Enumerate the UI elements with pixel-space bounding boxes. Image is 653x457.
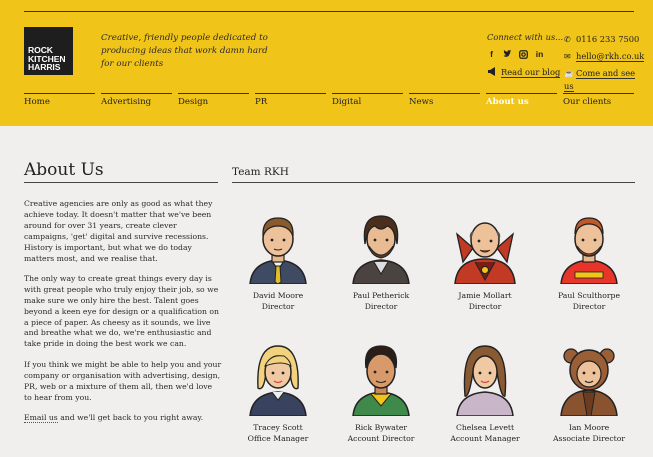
avatar-chelsea-levett	[456, 345, 514, 417]
social-links: f in	[487, 50, 544, 59]
member-name: Jamie Mollart	[458, 291, 512, 300]
linkedin-icon[interactable]: in	[535, 50, 544, 59]
site-header: ROCK KITCHEN HARRIS Creative, friendly p…	[0, 0, 653, 126]
nav-design[interactable]: Design	[178, 93, 249, 113]
read-blog-link[interactable]: Read our blog	[487, 67, 561, 78]
nav-about-us[interactable]: About us	[486, 93, 557, 113]
team-member-card[interactable]: Jamie Mollart Director	[433, 204, 537, 312]
member-name: Paul Petherick	[352, 291, 410, 300]
member-name: Ian Moore	[568, 423, 610, 432]
about-paragraph-3: If you think we might be able to help yo…	[24, 359, 222, 402]
come-label: Come and see us	[564, 68, 636, 92]
connect-label: Connect with us...	[487, 32, 564, 42]
member-name: Tracey Scott	[253, 423, 303, 432]
nav-our-clients[interactable]: Our clients	[563, 93, 634, 113]
avatar-paul-sculthorpe	[560, 217, 618, 285]
avatar-ian-moore	[560, 348, 618, 417]
team-rule	[232, 182, 635, 183]
member-role: Director	[468, 302, 502, 311]
main-nav: Home Advertising Design PR Digital News …	[24, 93, 634, 115]
header-top-rule	[24, 11, 634, 12]
team-member-card[interactable]: Rick Bywater Account Director	[329, 336, 433, 444]
megaphone-icon	[487, 67, 497, 78]
avatar-paul-petherick	[352, 215, 410, 285]
avatar-tracey-scott	[249, 345, 307, 417]
member-role: Director	[364, 302, 398, 311]
rkh-logo[interactable]: ROCK KITCHEN HARRIS	[24, 27, 73, 75]
member-name: Rick Bywater	[354, 423, 408, 432]
come-and-see-us-link[interactable]: ☕ Come and see us	[564, 67, 639, 92]
about-title: About Us	[24, 160, 104, 180]
member-name: Paul Sculthorpe	[557, 291, 621, 300]
nav-home[interactable]: Home	[24, 93, 95, 113]
nav-digital[interactable]: Digital	[332, 93, 403, 113]
member-role: Associate Director	[552, 434, 626, 443]
about-body: Creative agencies are only as good as wh…	[24, 199, 222, 433]
coffee-cup-icon: ☕	[564, 69, 574, 78]
member-role: Account Director	[347, 434, 415, 443]
member-name: Chelsea Levett	[455, 423, 515, 432]
member-role: Director	[572, 302, 606, 311]
team-member-card[interactable]: Tracey Scott Office Manager	[226, 336, 330, 444]
about-rule	[24, 182, 218, 183]
read-blog-label: Read our blog	[501, 67, 561, 78]
member-role: Director	[261, 302, 295, 311]
team-member-card[interactable]: Paul Petherick Director	[329, 204, 433, 312]
team-member-card[interactable]: David Moore Director	[226, 204, 330, 312]
envelope-icon: ✉	[564, 52, 571, 61]
instagram-icon[interactable]	[519, 50, 528, 59]
phone-contact: ✆ 0116 233 7500	[564, 34, 639, 44]
team-member-card[interactable]: Chelsea Levett Account Manager	[433, 336, 537, 444]
email-contact[interactable]: ✉ hello@rkh.co.uk	[564, 51, 645, 62]
facebook-icon[interactable]: f	[487, 50, 496, 59]
member-name: David Moore	[252, 291, 304, 300]
logo-line-harris: HARRIS	[28, 62, 61, 73]
nav-pr[interactable]: PR	[255, 93, 326, 113]
team-title: Team RKH	[232, 166, 289, 178]
phone-icon: ✆	[564, 35, 571, 44]
avatar-david-moore	[249, 217, 307, 285]
twitter-icon[interactable]	[503, 50, 512, 59]
nav-news[interactable]: News	[409, 93, 480, 113]
tagline: Creative, friendly people dedicated to p…	[101, 33, 268, 69]
nav-advertising[interactable]: Advertising	[101, 93, 172, 113]
member-role: Account Manager	[450, 434, 520, 443]
member-role: Office Manager	[247, 434, 309, 443]
phone-number: 0116 233 7500	[576, 34, 640, 44]
email-address: hello@rkh.co.uk	[576, 51, 645, 62]
team-member-card[interactable]: Ian Moore Associate Director	[537, 336, 641, 444]
email-us-link[interactable]: Email us	[24, 412, 58, 423]
about-paragraph-2: The only way to create great things ever…	[24, 273, 219, 349]
avatar-rick-bywater	[352, 345, 410, 417]
about-paragraph-1: Creative agencies are only as good as wh…	[24, 199, 213, 263]
about-paragraph-4: Email us and we'll get back to you right…	[24, 412, 222, 424]
email-us-rest: and we'll get back to you right away.	[57, 412, 204, 422]
team-member-card[interactable]: Paul Sculthorpe Director	[537, 204, 641, 312]
avatar-jamie-mollart	[454, 222, 516, 285]
